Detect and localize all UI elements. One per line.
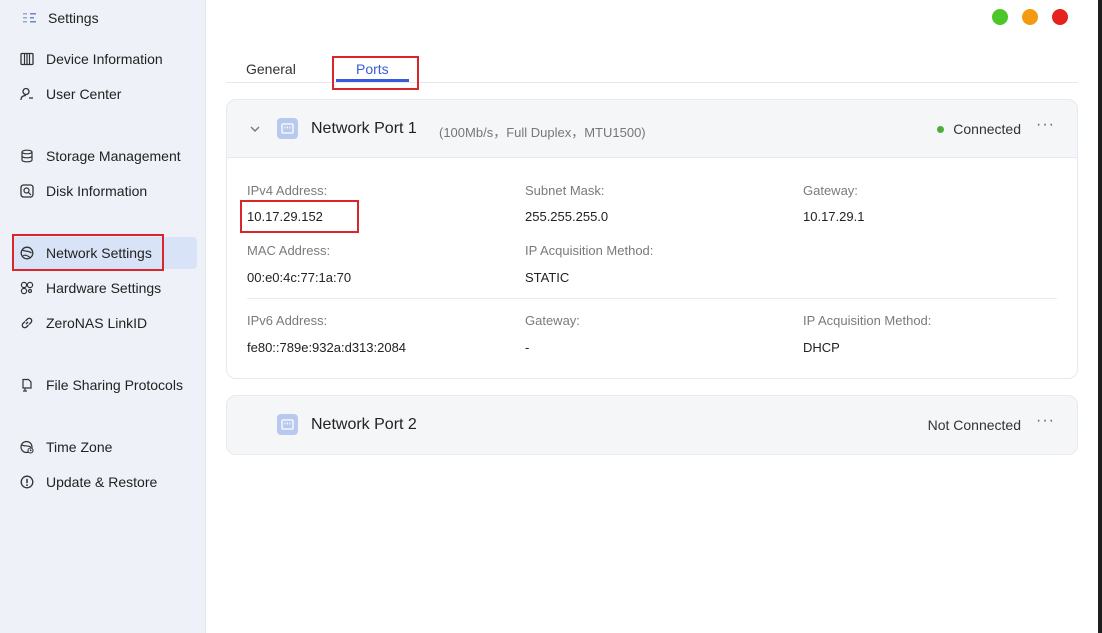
more-options-button[interactable]: ··· bbox=[1036, 116, 1055, 134]
sidebar-item-storage-management[interactable]: Storage Management bbox=[12, 140, 197, 172]
user-icon bbox=[19, 87, 34, 102]
settings-window: Settings Device Information User Center … bbox=[0, 0, 1102, 633]
more-options-button[interactable]: ··· bbox=[1036, 412, 1055, 430]
ethernet-port-icon bbox=[277, 414, 298, 435]
ipv6-gateway-value: - bbox=[525, 340, 530, 355]
port-status: Not Connected bbox=[928, 417, 1021, 433]
active-tab-indicator bbox=[336, 79, 409, 82]
sidebar-item-device-information[interactable]: Device Information bbox=[12, 43, 197, 75]
network-port-1-header[interactable]: Network Port 1 (100Mb/s，Full Duplex，MTU1… bbox=[227, 100, 1077, 158]
port-link-details: (100Mb/s，Full Duplex，MTU1500) bbox=[439, 125, 646, 140]
ethernet-port-icon bbox=[277, 118, 298, 139]
network-port-2-header[interactable]: Network Port 2 Not Connected ··· bbox=[227, 396, 1077, 454]
sidebar-item-label: Storage Management bbox=[46, 148, 181, 164]
sidebar-item-disk-information[interactable]: Disk Information bbox=[12, 175, 197, 207]
ipv4-gateway-label: Gateway: bbox=[803, 183, 858, 198]
sidebar-item-label: User Center bbox=[46, 86, 122, 102]
ipv6-address-value: fe80::789e:932a:d313:2084 bbox=[247, 340, 407, 355]
port-status: Connected bbox=[937, 121, 1021, 137]
ipv4-acquisition-method-value: STATIC bbox=[525, 270, 570, 285]
ipv4-ipv6-divider bbox=[247, 298, 1057, 299]
sidebar-item-label: File Sharing Protocols bbox=[46, 377, 183, 393]
subnet-mask-value: 255.255.255.0 bbox=[525, 209, 609, 224]
maximize-button[interactable] bbox=[992, 9, 1008, 25]
connected-status-dot bbox=[937, 125, 945, 133]
tab-bar: General Ports bbox=[226, 56, 1078, 90]
sidebar-item-network-settings[interactable]: Network Settings bbox=[12, 237, 197, 269]
subnet-mask-label: Subnet Mask: bbox=[525, 183, 605, 198]
mac-address-label: MAC Address: bbox=[247, 243, 331, 258]
port-status-text: Connected bbox=[953, 121, 1021, 137]
timezone-icon bbox=[19, 440, 34, 455]
ipv4-address-label: IPv4 Address: bbox=[247, 183, 328, 198]
file-sharing-icon bbox=[19, 378, 34, 393]
network-globe-icon bbox=[19, 246, 34, 261]
settings-logo-icon bbox=[23, 13, 36, 23]
sidebar-item-label: Hardware Settings bbox=[46, 280, 162, 296]
ipv6-address-label: IPv6 Address: bbox=[247, 313, 328, 328]
app-title: Settings bbox=[48, 10, 99, 26]
minimize-button[interactable] bbox=[1022, 9, 1038, 25]
link-icon bbox=[19, 316, 34, 331]
ipv6-acquisition-method-value: DHCP bbox=[803, 340, 840, 355]
disk-icon bbox=[19, 184, 34, 199]
tab-ports[interactable]: Ports bbox=[356, 61, 389, 77]
network-port-2-card: Network Port 2 Not Connected ··· bbox=[226, 395, 1078, 455]
ipv4-acquisition-method-label: IP Acquisition Method: bbox=[525, 243, 654, 258]
port-status-text: Not Connected bbox=[927, 417, 1021, 433]
ipv6-gateway-label: Gateway: bbox=[525, 313, 580, 328]
ipv4-address-value: 10.17.29.152 bbox=[247, 209, 323, 224]
sidebar-item-file-sharing-protocols[interactable]: File Sharing Protocols bbox=[12, 369, 197, 401]
port-name: Network Port 2 bbox=[311, 416, 417, 433]
sidebar-item-zeronas-linkid[interactable]: ZeroNAS LinkID bbox=[12, 307, 197, 339]
hardware-icon bbox=[19, 281, 34, 296]
app-title-bar: Settings bbox=[22, 8, 99, 28]
sidebar-item-label: ZeroNAS LinkID bbox=[46, 315, 148, 331]
tab-general[interactable]: General bbox=[246, 61, 296, 77]
ipv6-acquisition-method-label: IP Acquisition Method: bbox=[803, 313, 932, 328]
mac-address-value: 00:e0:4c:77:1a:70 bbox=[247, 270, 352, 285]
storage-icon bbox=[19, 149, 34, 164]
update-icon bbox=[19, 475, 34, 490]
port-name: Network Port 1 bbox=[311, 120, 417, 137]
main-panel: General Ports Network Port 1 (100Mb/s，Fu… bbox=[206, 0, 1102, 633]
sidebar-item-time-zone[interactable]: Time Zone bbox=[12, 431, 197, 463]
sidebar-item-label: Update & Restore bbox=[46, 474, 158, 490]
device-info-icon bbox=[19, 52, 34, 67]
sidebar-item-update-restore[interactable]: Update & Restore bbox=[12, 466, 197, 498]
sidebar-item-label: Device Information bbox=[46, 51, 163, 67]
sidebar: Settings Device Information User Center … bbox=[0, 0, 206, 633]
sidebar-item-user-center[interactable]: User Center bbox=[12, 78, 197, 110]
sidebar-item-label: Time Zone bbox=[46, 439, 113, 455]
ipv4-gateway-value: 10.17.29.1 bbox=[803, 209, 865, 224]
sidebar-item-label: Network Settings bbox=[46, 245, 152, 261]
close-button[interactable] bbox=[1052, 9, 1068, 25]
network-port-1-card: Network Port 1 (100Mb/s，Full Duplex，MTU1… bbox=[226, 99, 1078, 379]
sidebar-item-hardware-settings[interactable]: Hardware Settings bbox=[12, 272, 197, 304]
window-edge bbox=[1098, 0, 1102, 633]
sidebar-item-label: Disk Information bbox=[46, 183, 148, 199]
chevron-down-icon[interactable] bbox=[249, 123, 261, 135]
